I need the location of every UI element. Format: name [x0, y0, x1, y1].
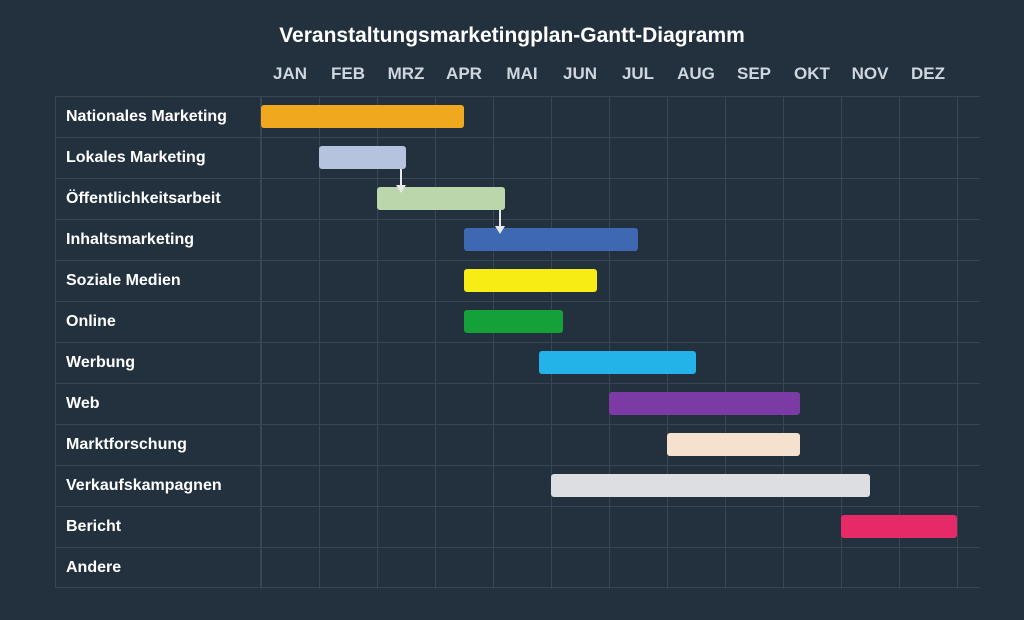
gantt-row: Nationales Marketing: [55, 96, 980, 137]
month-label: MAI: [493, 64, 551, 84]
task-label: Marktforschung: [55, 425, 261, 465]
task-label: Verkaufskampagnen: [55, 466, 261, 506]
gantt-row: Andere: [55, 547, 980, 588]
month-label: FEB: [319, 64, 377, 84]
task-label: Inhaltsmarketing: [55, 220, 261, 260]
gantt-row: Marktforschung: [55, 424, 980, 465]
month-label: AUG: [667, 64, 725, 84]
gantt-chart: Veranstaltungsmarketingplan-Gantt-Diagra…: [0, 0, 1024, 620]
gantt-bar[interactable]: [464, 310, 563, 333]
gantt-bar[interactable]: [841, 515, 957, 538]
month-label: DEZ: [899, 64, 957, 84]
dependency-arrow: [499, 210, 501, 226]
gantt-row: Lokales Marketing: [55, 137, 980, 178]
task-label: Lokales Marketing: [55, 138, 261, 178]
arrow-head-icon: [495, 226, 505, 234]
task-label: Bericht: [55, 507, 261, 547]
gantt-bar[interactable]: [464, 269, 597, 292]
month-label: APR: [435, 64, 493, 84]
month-label: SEP: [725, 64, 783, 84]
gantt-bar[interactable]: [539, 351, 696, 374]
task-label: Öffentlichkeitsarbeit: [55, 179, 261, 219]
task-label: Online: [55, 302, 261, 342]
task-label: Soziale Medien: [55, 261, 261, 301]
chart-title: Veranstaltungsmarketingplan-Gantt-Diagra…: [0, 24, 1024, 48]
task-label: Web: [55, 384, 261, 424]
gantt-row: Werbung: [55, 342, 980, 383]
gantt-bar[interactable]: [551, 474, 870, 497]
month-label: MRZ: [377, 64, 435, 84]
task-label: Nationales Marketing: [55, 97, 261, 137]
gantt-bar[interactable]: [319, 146, 406, 169]
dependency-arrow: [400, 169, 402, 185]
gantt-bar[interactable]: [609, 392, 800, 415]
gantt-bar[interactable]: [464, 228, 638, 251]
gantt-bar[interactable]: [261, 105, 464, 128]
month-label: JAN: [261, 64, 319, 84]
month-label: NOV: [841, 64, 899, 84]
task-label: Andere: [55, 548, 261, 587]
arrow-head-icon: [396, 185, 406, 193]
task-label: Werbung: [55, 343, 261, 383]
month-label: JUN: [551, 64, 609, 84]
gantt-bar[interactable]: [667, 433, 800, 456]
gantt-row: Web: [55, 383, 980, 424]
gantt-row: Öffentlichkeitsarbeit: [55, 178, 980, 219]
month-label: OKT: [783, 64, 841, 84]
month-label: JUL: [609, 64, 667, 84]
